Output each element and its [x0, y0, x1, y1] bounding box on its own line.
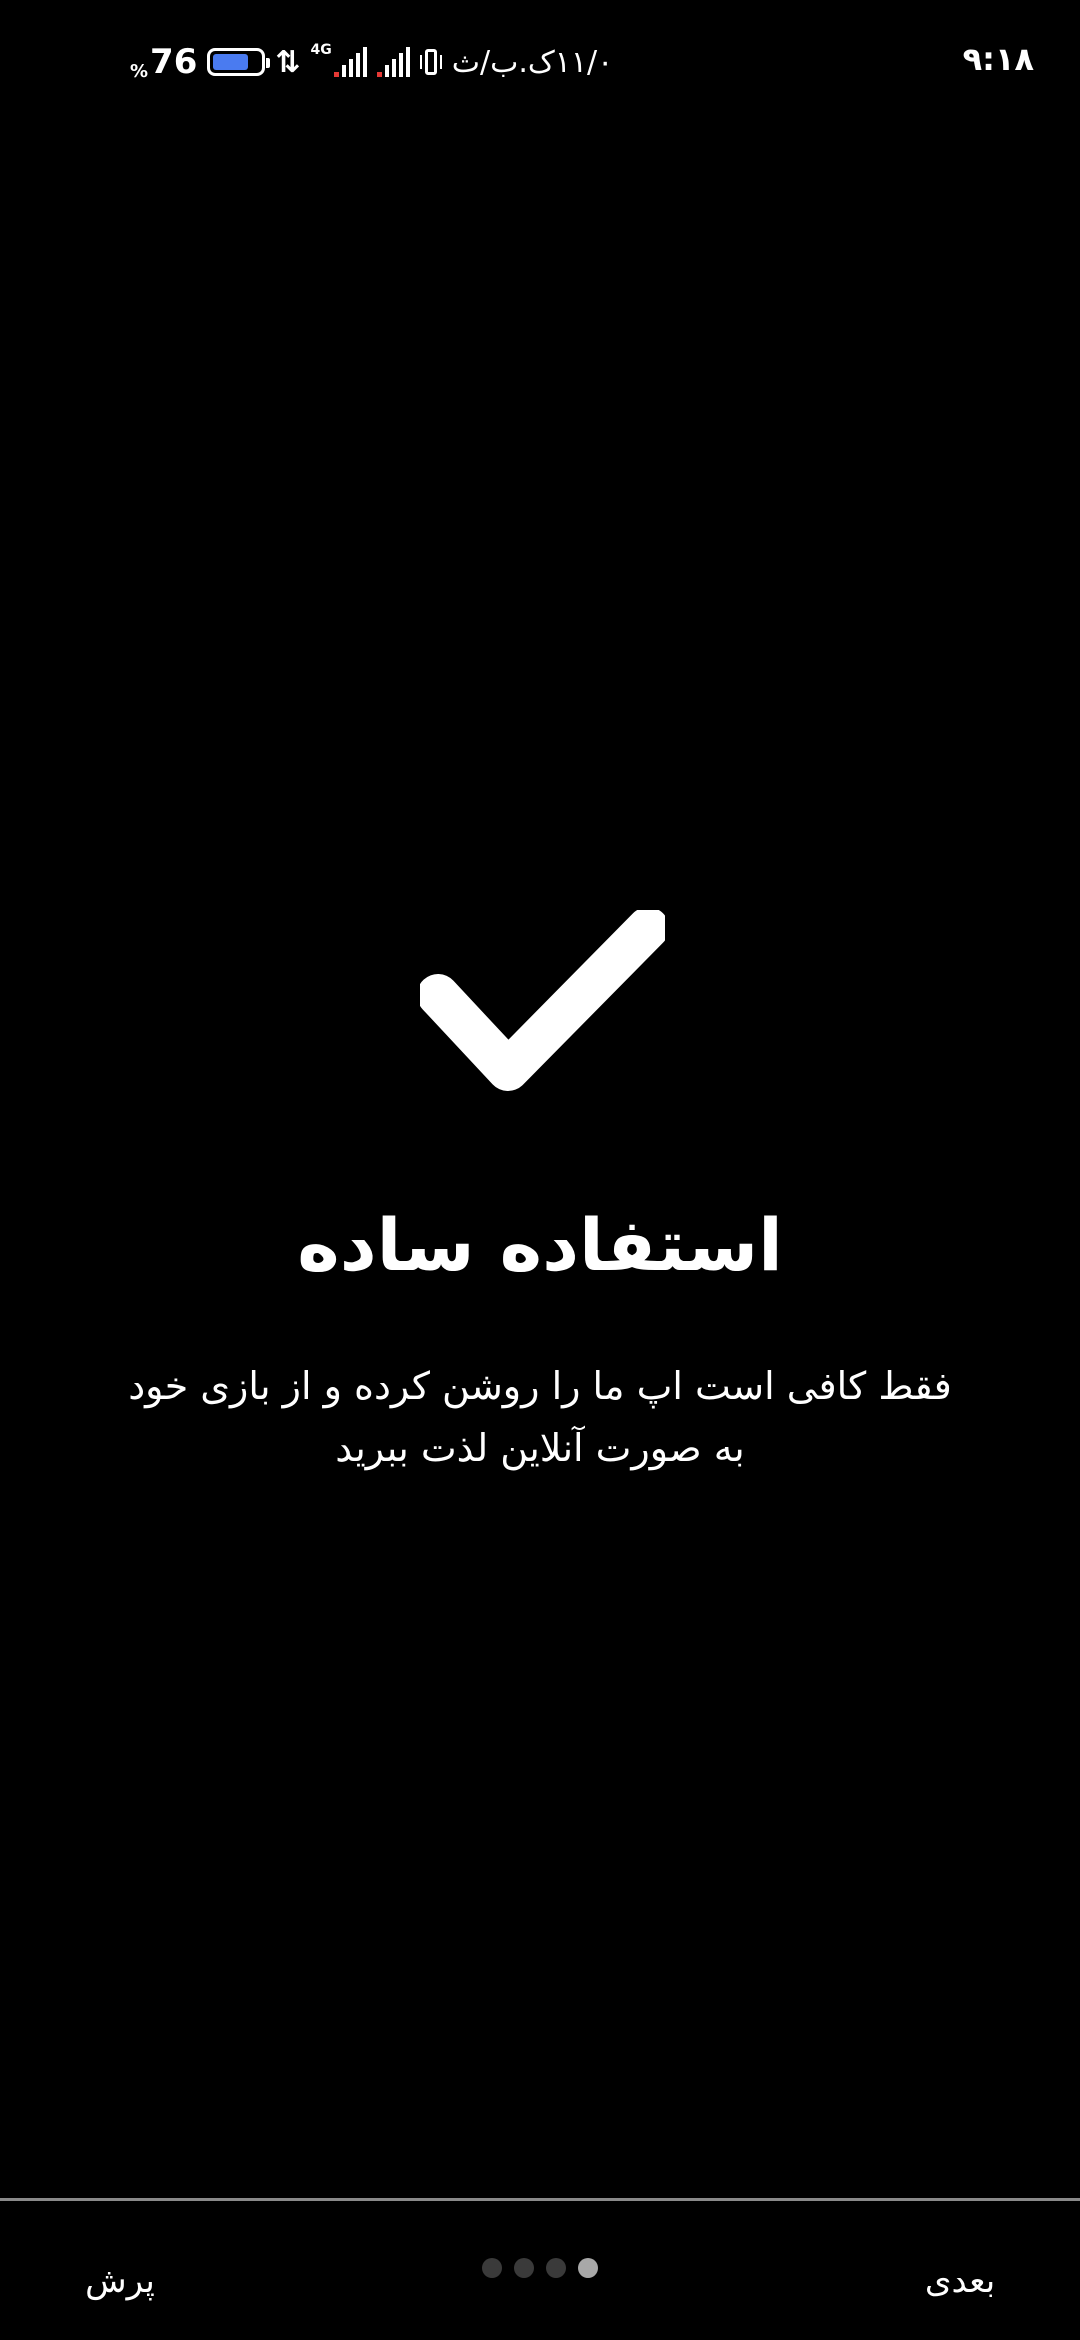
page-dot — [514, 2258, 534, 2278]
signal-alert-dot — [333, 72, 339, 77]
page-description: فقط کافی است اپ ما را روشن کرده و از باز… — [128, 1364, 952, 1470]
next-button[interactable]: بعدی — [900, 2251, 1020, 2311]
skip-button[interactable]: پرش — [60, 2251, 180, 2311]
battery-percent: %76 — [130, 42, 197, 82]
battery-fill — [213, 54, 249, 70]
checkmark-icon — [420, 910, 665, 1091]
battery-icon — [207, 48, 271, 76]
signal-icon — [333, 47, 367, 77]
status-icons: %76 ⇅ 4G ۱۱/۰ک.ب/ث — [130, 40, 613, 84]
battery-percent-value: 76 — [150, 42, 198, 82]
status-bar: %76 ⇅ 4G ۱۱/۰ک.ب/ث ۹:۱۸ — [0, 0, 1080, 120]
battery-percent-sign: % — [130, 61, 149, 82]
page-dot — [482, 2258, 502, 2278]
page-indicator — [482, 2258, 598, 2278]
page-dot — [578, 2258, 598, 2278]
page-title: استفاده ساده — [297, 1203, 783, 1287]
signal-alert-dot — [376, 72, 382, 77]
data-activity-icon: ⇅ — [275, 44, 301, 80]
signal-icon — [376, 47, 410, 77]
clock: ۹:۱۸ — [962, 40, 1034, 78]
onboarding-nav: پرش بعدی — [0, 2201, 1080, 2340]
vibrate-icon — [419, 47, 442, 77]
network-type-label: 4G — [310, 42, 332, 58]
network-speed: ۱۱/۰ک.ب/ث — [451, 44, 614, 80]
page-dot — [546, 2258, 566, 2278]
